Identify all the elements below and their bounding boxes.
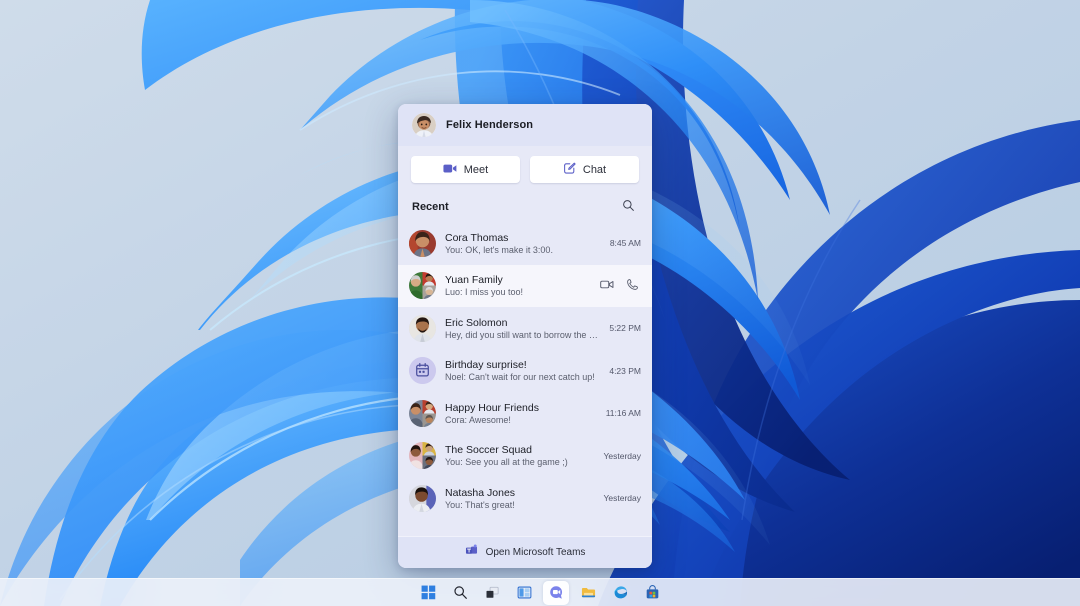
open-teams-label: Open Microsoft Teams xyxy=(485,546,586,558)
chat-text: Yuan Family Luo: I miss you too! xyxy=(445,274,589,297)
chat-meta: 8:45 AM xyxy=(610,238,641,248)
phone-icon xyxy=(626,278,639,294)
microsoft-store-button[interactable] xyxy=(639,581,665,605)
flyout-header: Felix Henderson xyxy=(398,104,652,146)
chat-button[interactable] xyxy=(543,580,569,605)
avatar xyxy=(409,484,436,512)
chat-title: Cora Thomas xyxy=(445,231,509,244)
chat-preview: You: That's great! xyxy=(445,499,515,510)
chat-preview: Noel: Can't wait for our next catch up! xyxy=(445,372,595,383)
list-item[interactable]: Yuan Family Luo: I miss you too! xyxy=(398,264,652,307)
meet-button-label: Meet xyxy=(463,163,489,176)
chat-time: 11:16 AM xyxy=(605,408,641,419)
chat-title: Birthday surprise! xyxy=(445,359,527,372)
list-item[interactable]: Birthday surprise! Noel: Can't wait for … xyxy=(398,350,652,393)
task-view-button[interactable] xyxy=(479,581,505,605)
chat-text: Happy Hour Friends Cora: Awesome! xyxy=(445,402,597,425)
task-view-icon xyxy=(485,585,500,600)
taskbar-items xyxy=(415,580,665,605)
chat-text: The Soccer Squad You: See you all at the… xyxy=(445,444,595,467)
chat-title: The Soccer Squad xyxy=(445,444,532,457)
widgets-button[interactable] xyxy=(511,581,537,605)
chat-time: 5:22 PM xyxy=(609,323,641,334)
chat-title: Yuan Family xyxy=(445,274,503,287)
chat-button[interactable]: Chat xyxy=(530,156,639,183)
chat-text: Natasha Jones You: That's great! xyxy=(445,487,595,510)
compose-chat-icon xyxy=(563,162,576,178)
list-item[interactable]: Natasha Jones You: That's great! Yesterd… xyxy=(398,477,652,520)
chat-time: Yesterday xyxy=(603,493,642,504)
search-button[interactable] xyxy=(618,197,638,217)
avatar xyxy=(409,272,436,300)
edge-button[interactable] xyxy=(607,581,633,605)
recent-chat-list: Cora Thomas You: OK, let's make it 3:00.… xyxy=(398,222,652,536)
recent-section-header: Recent xyxy=(398,193,652,222)
avatar xyxy=(409,399,436,427)
chat-meta: 11:16 AM xyxy=(606,408,641,418)
chat-button-label: Chat xyxy=(582,163,607,176)
chat-text: Eric Solomon Hey, did you still want to … xyxy=(445,317,600,340)
chat-title: Natasha Jones xyxy=(445,486,516,499)
chat-preview: Hey, did you still want to borrow the no… xyxy=(445,329,601,340)
chat-meta: Yesterday xyxy=(604,451,642,461)
chat-meta xyxy=(598,277,641,294)
video-camera-filled-icon xyxy=(443,162,457,177)
list-item[interactable]: Happy Hour Friends Cora: Awesome! 11:16 … xyxy=(398,392,652,435)
avatar xyxy=(409,442,436,470)
flyout-action-buttons: Meet Chat xyxy=(398,146,652,193)
file-explorer-button[interactable] xyxy=(575,581,601,605)
avatar xyxy=(409,357,436,385)
store-bag-icon xyxy=(645,585,660,600)
chat-time: 8:45 AM xyxy=(609,238,641,249)
chat-time: 4:23 PM xyxy=(609,365,641,376)
avatar xyxy=(409,314,436,342)
chat-meta: 5:22 PM xyxy=(609,323,641,333)
list-item[interactable]: The Soccer Squad You: See you all at the… xyxy=(398,435,652,478)
chat-time: Yesterday xyxy=(603,450,642,461)
chat-text: Cora Thomas You: OK, let's make it 3:00. xyxy=(445,232,601,255)
microsoft-teams-icon xyxy=(465,544,478,560)
chat-preview: Cora: Awesome! xyxy=(445,414,511,425)
chat-title: Eric Solomon xyxy=(445,316,508,329)
meet-button[interactable]: Meet xyxy=(411,156,520,183)
open-microsoft-teams-button[interactable]: Open Microsoft Teams xyxy=(398,536,652,568)
widgets-icon xyxy=(517,585,532,600)
chat-text: Birthday surprise! Noel: Can't wait for … xyxy=(445,359,600,382)
chat-preview: Luo: I miss you too! xyxy=(445,287,524,298)
chat-meta: 4:23 PM xyxy=(609,366,641,376)
search-button[interactable] xyxy=(447,581,473,605)
chat-preview: You: See you all at the game ;) xyxy=(445,457,568,468)
chat-flyout-panel: Felix Henderson Meet Chat Recent Cora Th… xyxy=(398,104,652,568)
video-call-button[interactable] xyxy=(598,277,615,294)
chat-bubble-icon xyxy=(549,585,564,600)
edge-icon xyxy=(613,585,628,600)
recent-label: Recent xyxy=(412,201,449,213)
start-button[interactable] xyxy=(415,581,441,605)
list-item[interactable]: Cora Thomas You: OK, let's make it 3:00.… xyxy=(398,222,652,265)
video-camera-outline-icon xyxy=(599,278,614,293)
chat-meta: Yesterday xyxy=(604,493,642,503)
search-icon xyxy=(622,199,635,215)
windows-logo-icon xyxy=(421,585,436,600)
avatar xyxy=(412,113,436,137)
avatar xyxy=(409,229,436,257)
chat-preview: You: OK, let's make it 3:00. xyxy=(445,244,553,255)
user-name: Felix Henderson xyxy=(446,119,534,131)
taskbar xyxy=(0,578,1080,606)
search-icon xyxy=(453,585,468,600)
chat-title: Happy Hour Friends xyxy=(445,401,539,414)
desktop: Felix Henderson Meet Chat Recent Cora Th… xyxy=(0,0,1080,606)
folder-icon xyxy=(581,585,596,600)
list-item[interactable]: Eric Solomon Hey, did you still want to … xyxy=(398,307,652,350)
audio-call-button[interactable] xyxy=(624,277,641,294)
